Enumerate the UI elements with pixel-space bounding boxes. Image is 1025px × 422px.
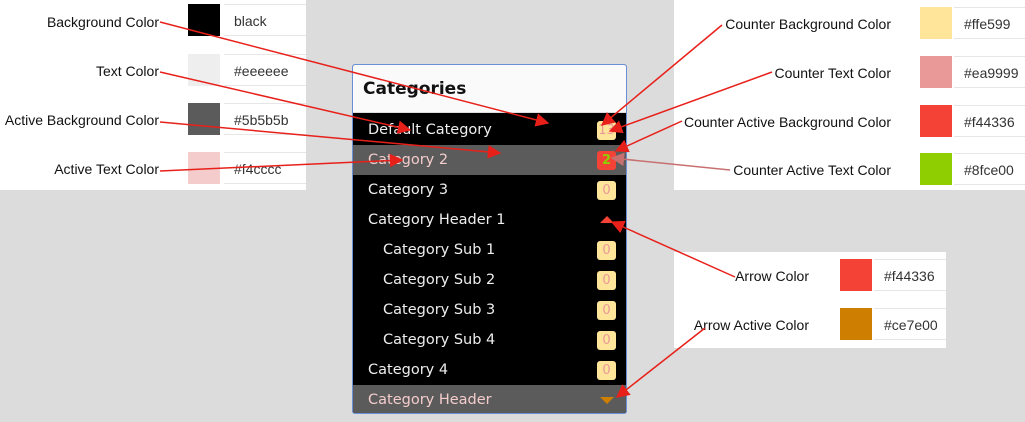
category-header-1[interactable]: Category Header 1: [353, 205, 626, 235]
legend-label: Counter Text Color: [774, 65, 891, 81]
category-label: Default Category: [368, 122, 492, 138]
widget-title: Categories: [353, 65, 626, 113]
category-label: Category 3: [368, 182, 449, 198]
category-item-default[interactable]: Default Category 13: [353, 115, 626, 145]
legend-row-active-text-color: Active Text Color #f4cccc: [0, 144, 306, 193]
color-value: #f4cccc: [224, 152, 306, 184]
category-label: Category Header: [368, 392, 492, 408]
arrow-legend-panel: Arrow Color #f44336 Arrow Active Color #…: [674, 252, 946, 348]
legend-row-active-background-color: Active Background Color #5b5b5b: [0, 95, 306, 144]
legend-row-arrow-active-color: Arrow Active Color #ce7e00: [674, 302, 946, 351]
category-label: Category Sub 2: [383, 272, 496, 288]
legend-row-counter-active-text-color: Counter Active Text Color #8fce00: [674, 145, 1025, 194]
category-sub-2[interactable]: Category Sub 2 0: [353, 265, 626, 295]
category-counter: 13: [597, 121, 616, 140]
category-counter: 0: [597, 361, 616, 380]
color-value: #f44336: [874, 259, 946, 291]
color-value: black: [224, 4, 306, 36]
legend-label: Counter Background Color: [725, 16, 891, 32]
legend-row-arrow-color: Arrow Color #f44336: [674, 253, 946, 302]
category-label: Category 4: [368, 362, 449, 378]
category-label: Category Sub 3: [383, 302, 496, 318]
color-swatch: [188, 54, 220, 86]
legend-row-counter-text-color: Counter Text Color #ea9999: [674, 48, 1025, 97]
category-counter: 0: [597, 181, 616, 200]
color-value: #ce7e00: [874, 308, 946, 340]
legend-label: Active Text Color: [54, 161, 159, 177]
left-legend-panel: Background Color black Text Color #eeeee…: [0, 0, 306, 190]
legend-row-text-color: Text Color #eeeeee: [0, 46, 306, 95]
category-sub-1[interactable]: Category Sub 1 0: [353, 235, 626, 265]
category-item-4[interactable]: Category 4 0: [353, 355, 626, 385]
category-counter: 0: [597, 301, 616, 320]
legend-label: Background Color: [46, 14, 159, 30]
chevron-down-icon[interactable]: [600, 397, 614, 404]
color-swatch: [920, 56, 952, 88]
category-label: Category Header 1: [368, 212, 506, 228]
category-counter: 0: [597, 331, 616, 350]
color-swatch: [920, 105, 952, 137]
color-value: #5b5b5b: [224, 103, 306, 135]
color-value: #8fce00: [954, 153, 1025, 185]
category-header[interactable]: Category Header: [353, 385, 626, 413]
color-value: #ffe599: [954, 7, 1025, 39]
category-label: Category Sub 1: [383, 242, 496, 258]
legend-row-counter-background-color: Counter Background Color #ffe599: [674, 0, 1025, 48]
color-swatch: [188, 103, 220, 135]
right-legend-panel: Counter Background Color #ffe599 Counter…: [674, 0, 1025, 190]
categories-widget: Categories Default Category 13 Category …: [352, 64, 627, 414]
color-swatch: [188, 152, 220, 184]
category-sub-4[interactable]: Category Sub 4 0: [353, 325, 626, 355]
color-swatch: [188, 4, 220, 36]
chevron-up-icon[interactable]: [600, 216, 614, 223]
legend-label: Counter Active Text Color: [733, 162, 891, 178]
legend-label: Arrow Color: [735, 268, 809, 284]
category-counter: 0: [597, 271, 616, 290]
legend-label: Counter Active Background Color: [684, 114, 891, 130]
color-value: #ea9999: [954, 56, 1025, 88]
category-item-2[interactable]: Category 2 2: [353, 145, 626, 175]
category-counter: 0: [597, 241, 616, 260]
category-label: Category Sub 4: [383, 332, 496, 348]
color-swatch: [920, 153, 952, 185]
legend-label: Arrow Active Color: [693, 317, 809, 333]
color-swatch: [840, 308, 872, 340]
legend-row-background-color: Background Color black: [0, 0, 306, 45]
category-sub-3[interactable]: Category Sub 3 0: [353, 295, 626, 325]
color-swatch: [920, 7, 952, 39]
category-counter: 2: [597, 151, 616, 170]
legend-label: Active Background Color: [4, 112, 159, 128]
color-value: #eeeeee: [224, 54, 306, 86]
category-item-3[interactable]: Category 3 0: [353, 175, 626, 205]
category-label: Category 2: [368, 152, 449, 168]
legend-label: Text Color: [95, 63, 159, 79]
color-swatch: [840, 259, 872, 291]
legend-row-counter-active-background-color: Counter Active Background Color #f44336: [674, 97, 1025, 146]
color-value: #f44336: [954, 105, 1025, 137]
